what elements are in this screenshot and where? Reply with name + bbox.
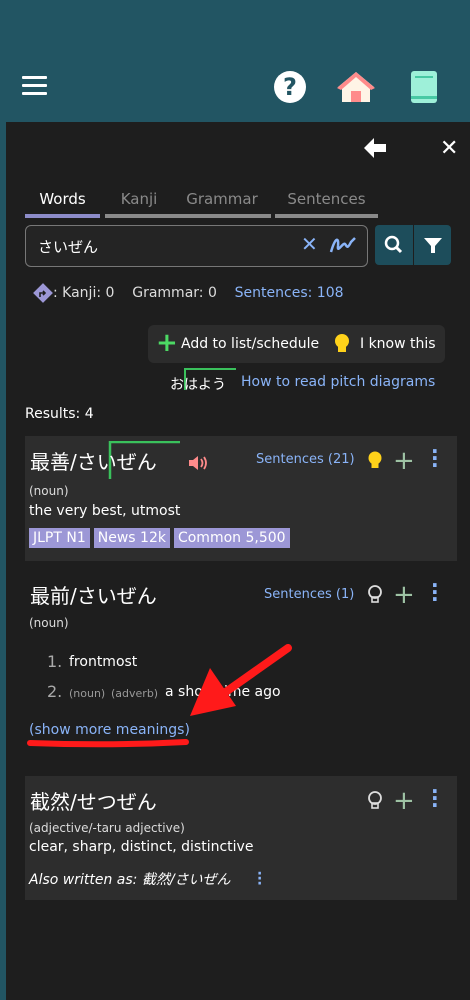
- tab-label: Sentences: [287, 190, 366, 208]
- also-written-as: Also written as: 截然/さいぜん: [29, 872, 231, 888]
- part-of-speech: (noun): [29, 616, 69, 630]
- add-plus-icon[interactable]: +: [393, 448, 415, 474]
- add-to-list-button[interactable]: Add to list/schedule: [181, 336, 319, 352]
- lightbulb-outline-icon[interactable]: [367, 584, 383, 610]
- tab-label: Kanji: [120, 190, 158, 208]
- search-button[interactable]: [375, 225, 413, 265]
- speaker-icon[interactable]: [187, 454, 209, 476]
- sentences-link[interactable]: Sentences (1): [264, 587, 354, 602]
- menu-icon[interactable]: [22, 76, 47, 96]
- top-bar: ?: [0, 0, 470, 122]
- more-options-icon[interactable]: · · ·: [431, 781, 439, 815]
- sentences-count-link[interactable]: Sentences: 108: [235, 285, 344, 301]
- tab-sentences[interactable]: Sentences: [275, 190, 378, 218]
- home-icon[interactable]: [336, 70, 376, 108]
- tab-kanji[interactable]: Kanji: [105, 190, 173, 218]
- tab-label: Words: [39, 190, 86, 208]
- part-of-speech: (noun): [29, 484, 69, 498]
- grammar-count[interactable]: Grammar: 0: [132, 285, 217, 301]
- add-plus-icon[interactable]: +: [393, 788, 415, 814]
- entry-word[interactable]: 最善/さいぜん: [30, 446, 157, 475]
- more-options-icon[interactable]: · · ·: [431, 441, 439, 475]
- meaning-text: a short time ago: [165, 684, 281, 700]
- part-of-speech: (adjective/-taru adjective): [29, 821, 185, 835]
- result-card: 最前/さいぜん Sentences (1) + · · · (noun) 1. fr…: [25, 570, 457, 760]
- tab-grammar[interactable]: Grammar: [173, 190, 271, 218]
- result-card: 最善/さいぜん Sentences (21) + · · · (noun) the …: [25, 436, 457, 561]
- search-value: さいぜん: [38, 238, 99, 256]
- definition: clear, sharp, distinct, distinctive: [29, 839, 254, 855]
- redirect-icon[interactable]: [33, 283, 53, 303]
- tab-label: Grammar: [186, 190, 258, 208]
- help-icon[interactable]: ?: [274, 71, 306, 103]
- i-know-this-button[interactable]: I know this: [360, 336, 436, 352]
- result-counts: : Kanji: 0 Grammar: 0 Sentences: 108: [33, 283, 344, 303]
- tag-list: JLPT N1 News 12k Common 5,500: [29, 527, 294, 548]
- lightbulb-outline-icon[interactable]: [367, 790, 383, 816]
- show-more-meanings-link[interactable]: (show more meanings): [29, 722, 190, 738]
- result-card: 截然/せつぜん + · · · (adjective/-taru adjective…: [25, 776, 457, 900]
- filter-button[interactable]: [414, 225, 451, 265]
- meaning-pos: (adverb): [111, 687, 159, 700]
- tag-jlpt[interactable]: JLPT N1: [29, 528, 90, 548]
- results-count: Results: 4: [25, 406, 94, 422]
- add-plus-icon[interactable]: +: [156, 330, 178, 356]
- search-input[interactable]: さいぜん ✕: [25, 225, 368, 267]
- meaning-number: 2.: [47, 682, 63, 701]
- clear-icon[interactable]: ✕: [301, 232, 318, 256]
- pitch-diagram-help-link[interactable]: How to read pitch diagrams: [241, 374, 435, 390]
- tag-news[interactable]: News 12k: [93, 528, 170, 548]
- entry-word[interactable]: 最前/さいぜん: [30, 580, 157, 609]
- more-options-icon[interactable]: · · ·: [257, 867, 262, 891]
- tag-common[interactable]: Common 5,500: [173, 528, 290, 548]
- add-actions-bar: + Add to list/schedule I know this: [148, 325, 445, 363]
- more-options-icon[interactable]: · · ·: [431, 575, 439, 609]
- pitch-example-word: おはよう: [170, 377, 226, 393]
- pitch-example: おはよう: [170, 368, 236, 393]
- close-icon[interactable]: ✕: [440, 136, 458, 161]
- entry-word[interactable]: 截然/せつぜん: [30, 786, 157, 815]
- kanji-count[interactable]: : Kanji: 0: [53, 285, 114, 301]
- handwriting-icon[interactable]: [329, 234, 357, 260]
- lightbulb-icon[interactable]: [333, 333, 351, 359]
- lightbulb-icon[interactable]: [367, 450, 383, 476]
- tab-words[interactable]: Words: [25, 190, 100, 218]
- add-plus-icon[interactable]: +: [393, 582, 415, 608]
- meaning-number: 1.: [47, 652, 63, 671]
- meaning-text: frontmost: [69, 654, 138, 670]
- meaning-pos: (noun): [69, 687, 106, 700]
- sentences-link[interactable]: Sentences (21): [256, 452, 355, 467]
- book-icon[interactable]: [410, 70, 438, 108]
- back-arrow-icon[interactable]: [364, 138, 390, 162]
- definition: the very best, utmost: [29, 503, 181, 519]
